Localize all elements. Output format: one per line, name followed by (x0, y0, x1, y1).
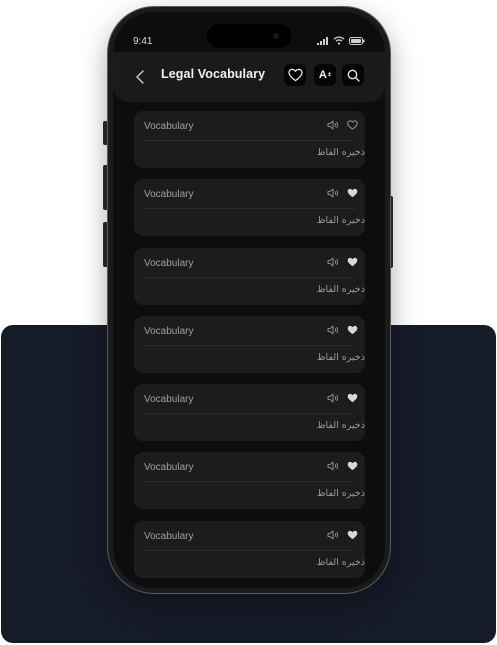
heart-filled-icon (347, 257, 357, 266)
app-header: Legal Vocabulary A ± (113, 52, 385, 102)
card-term: Vocabulary (144, 257, 194, 269)
card-term: Vocabulary (144, 121, 194, 132)
favorites-button[interactable] (284, 64, 306, 86)
speaker-icon (327, 257, 339, 267)
page-title: Legal Vocabulary (161, 67, 266, 81)
favorite-toggle[interactable] (346, 460, 358, 472)
heart-outline-icon (346, 120, 358, 130)
card-translation: ذخیره الفاظ (316, 351, 365, 363)
vocabulary-card[interactable]: Vocabulary ذخیره الفاظ (134, 452, 365, 510)
vocabulary-card[interactable]: Vocabulary ذخیره الفاظ (134, 520, 365, 578)
back-button[interactable] (131, 68, 149, 86)
signal-icon (317, 36, 328, 45)
search-button[interactable] (342, 64, 364, 86)
card-divider (144, 549, 355, 551)
phone-frame: 9:41 Legal Vocabulary A ± Vocabulary ذخی… (108, 7, 390, 593)
pronounce-button[interactable] (327, 119, 339, 131)
pronounce-button[interactable] (327, 529, 339, 541)
card-divider (144, 208, 355, 210)
favorite-toggle[interactable] (346, 529, 358, 541)
favorite-toggle[interactable] (346, 324, 358, 336)
speaker-icon (327, 120, 339, 130)
heart-filled-icon (347, 462, 357, 471)
favorite-toggle[interactable] (346, 187, 358, 199)
search-icon (347, 69, 360, 82)
speaker-icon (327, 393, 339, 403)
card-term: Vocabulary (144, 394, 194, 406)
card-translation: ذخیره الفاظ (316, 283, 365, 295)
favorite-toggle[interactable] (346, 119, 358, 131)
card-term: Vocabulary (144, 189, 194, 201)
pronounce-button[interactable] (327, 460, 339, 472)
card-divider (144, 140, 355, 141)
font-size-sup: ± (327, 72, 332, 78)
card-term: Vocabulary (144, 325, 194, 337)
vocabulary-card[interactable]: Vocabulary ذخیره الفاظ (134, 111, 365, 168)
chevron-left-icon (136, 70, 144, 84)
camera-icon (273, 33, 279, 39)
status-icons (317, 36, 365, 45)
pronounce-button[interactable] (327, 256, 339, 268)
vocabulary-card[interactable]: Vocabulary ذخیره الفاظ (134, 384, 365, 442)
card-translation: ذخیره الفاظ (316, 215, 365, 227)
wifi-icon (333, 36, 345, 45)
card-divider (144, 276, 355, 278)
vocabulary-card[interactable]: Vocabulary ذخیره الفاظ (134, 315, 365, 373)
heart-outline-icon (287, 68, 303, 82)
heart-filled-icon (347, 189, 357, 198)
card-translation: ذخیره الفاظ (316, 420, 365, 432)
card-translation: ذخیره الفاظ (316, 147, 365, 158)
pronounce-button[interactable] (327, 187, 339, 199)
phone-screen: 9:41 Legal Vocabulary A ± Vocabulary ذخی… (113, 12, 385, 588)
card-divider (144, 481, 355, 483)
favorite-toggle[interactable] (346, 392, 358, 404)
stage: 9:41 Legal Vocabulary A ± Vocabulary ذخی… (0, 0, 497, 645)
font-size-button[interactable]: A ± (314, 64, 336, 86)
heart-filled-icon (347, 394, 357, 403)
favorite-toggle[interactable] (346, 256, 358, 268)
card-divider (144, 344, 355, 346)
vocabulary-list: Vocabulary ذخیره الفاظ Vocabulary ذخیره … (134, 111, 365, 588)
battery-icon (349, 36, 365, 45)
heart-filled-icon (347, 325, 357, 335)
pronounce-button[interactable] (327, 324, 339, 336)
speaker-icon (327, 188, 339, 198)
font-size-label: A (318, 69, 327, 81)
vocabulary-card[interactable]: Vocabulary ذخیره الفاظ (134, 247, 365, 305)
card-term: Vocabulary (144, 530, 194, 542)
card-term: Vocabulary (144, 462, 194, 474)
heart-filled-icon (347, 530, 357, 539)
dynamic-island (207, 24, 291, 48)
card-translation: ذخیره الفاظ (316, 488, 365, 500)
card-divider (144, 413, 355, 415)
vocabulary-card[interactable]: Vocabulary ذخیره الفاظ (134, 179, 365, 237)
speaker-icon (327, 530, 339, 540)
pronounce-button[interactable] (327, 392, 339, 404)
speaker-icon (327, 461, 339, 471)
card-translation: ذخیره الفاظ (316, 556, 365, 568)
status-time: 9:41 (133, 36, 153, 47)
speaker-icon (327, 325, 339, 335)
